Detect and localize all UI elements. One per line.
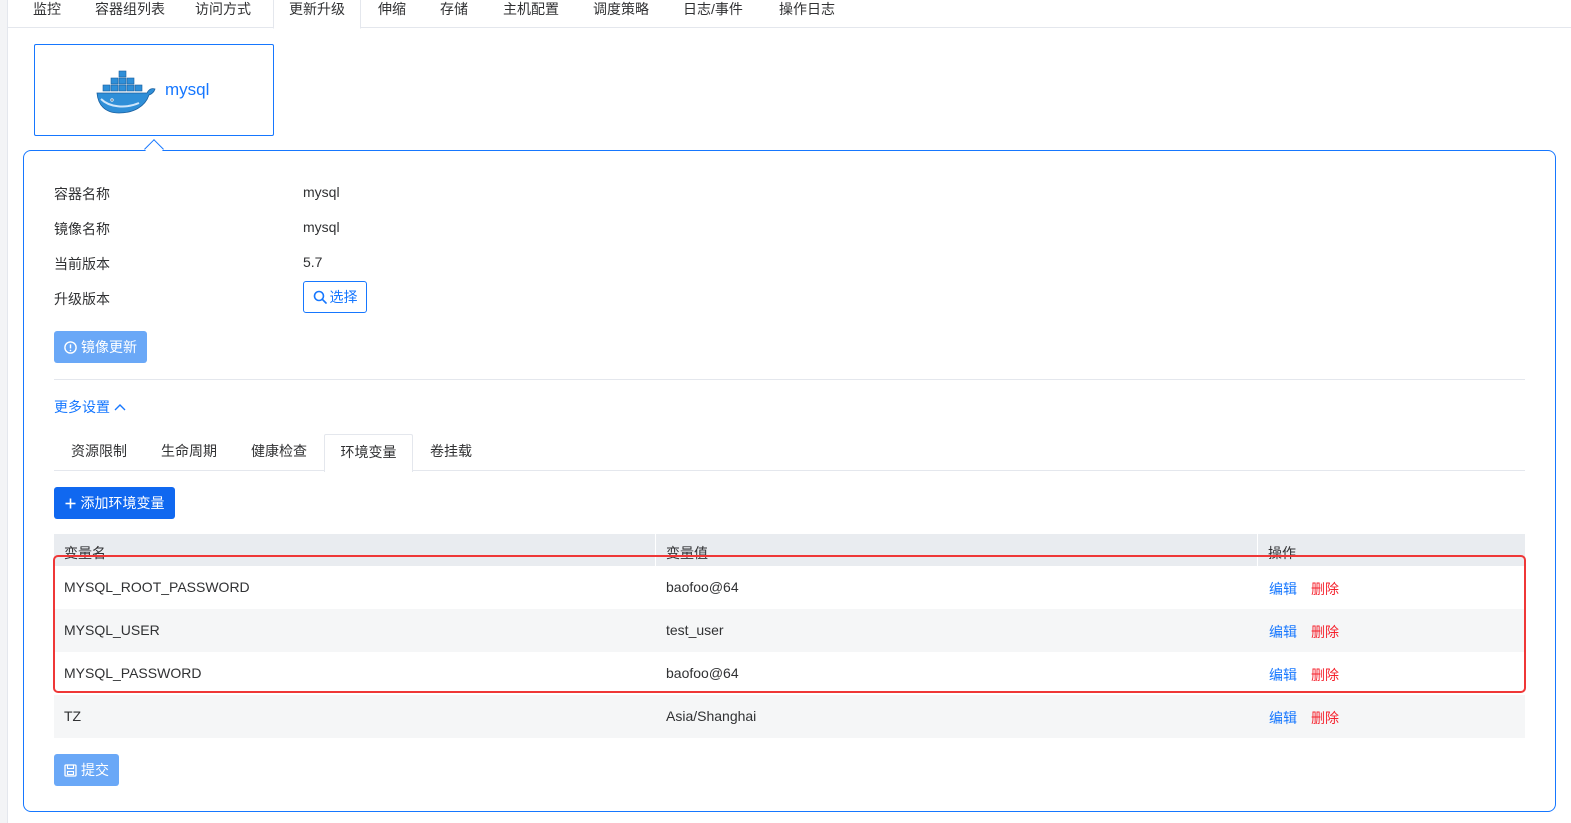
tab-health-check[interactable]: 健康检查 [234,434,324,471]
var-name-cell: MYSQL_USER [64,622,160,638]
delete-link[interactable]: 删除 [1311,708,1339,728]
var-value-cell: test_user [666,622,724,638]
more-settings-label: 更多设置 [54,399,110,415]
current-version-label: 当前版本 [54,256,110,272]
tab-host-config[interactable]: 主机配置 [496,0,566,28]
delete-link[interactable]: 删除 [1311,622,1339,642]
search-icon [313,290,327,304]
var-name-cell: MYSQL_PASSWORD [64,665,202,681]
save-icon [64,763,77,777]
plus-icon [65,498,75,508]
container-card[interactable]: mysql [34,44,274,136]
table-row: MYSQL_USER test_user 编辑 删除 [54,609,1525,652]
edit-link[interactable]: 编辑 [1269,622,1297,642]
var-name-cell: MYSQL_ROOT_PASSWORD [64,579,250,595]
settings-tab-bar: 资源限制 生命周期 健康检查 环境变量 卷挂载 [54,434,1525,472]
header-operations: 操作 [1268,545,1296,561]
tab-lifecycle[interactable]: 生命周期 [144,434,234,471]
image-name-label: 镜像名称 [54,221,110,237]
tab-update-upgrade[interactable]: 更新升级 [273,0,361,29]
table-header: 变量名 变量值 操作 [54,534,1525,566]
delete-link[interactable]: 删除 [1311,579,1339,599]
table-row: MYSQL_PASSWORD baofoo@64 编辑 删除 [54,652,1525,695]
tab-operation-log[interactable]: 操作日志 [772,0,842,28]
tab-scheduling[interactable]: 调度策略 [586,0,656,28]
edit-link[interactable]: 编辑 [1269,579,1297,599]
tab-access-method[interactable]: 访问方式 [190,0,256,28]
delete-link[interactable]: 删除 [1311,665,1339,685]
table-row: MYSQL_ROOT_PASSWORD baofoo@64 编辑 删除 [54,566,1525,609]
tab-monitor[interactable]: 监控 [24,0,70,28]
image-name-value: mysql [303,219,340,235]
left-rail [0,0,8,823]
tab-storage[interactable]: 存储 [434,0,474,28]
container-name-value: mysql [303,184,340,200]
var-name-cell: TZ [64,708,82,724]
section-divider [54,379,1525,380]
more-settings-toggle[interactable]: 更多设置 [54,397,126,417]
edit-link[interactable]: 编辑 [1269,665,1297,685]
tab-volume-mount[interactable]: 卷挂载 [414,434,488,471]
table-row: TZ Asia/Shanghai 编辑 删除 [54,695,1525,738]
tab-scaling[interactable]: 伸缩 [372,0,412,28]
docker-whale-icon [96,70,156,114]
select-version-label: 选择 [329,289,358,305]
header-var-name: 变量名 [64,545,106,561]
submit-label: 提交 [81,762,109,778]
column-separator [655,534,656,566]
add-env-var-label: 添加环境变量 [80,495,165,511]
tab-pod-list[interactable]: 容器组列表 [90,0,170,28]
tab-env-vars[interactable]: 环境变量 [324,434,413,472]
top-tab-bar: 监控 容器组列表 访问方式 更新升级 伸缩 存储 主机配置 调度策略 日志/事件… [8,0,1571,29]
var-value-cell: baofoo@64 [666,579,739,595]
var-value-cell: baofoo@64 [666,665,739,681]
tab-logs-events[interactable]: 日志/事件 [676,0,750,28]
container-card-name: mysql [165,80,210,99]
chevron-up-icon [114,404,126,411]
tab-resource-limit[interactable]: 资源限制 [54,434,144,471]
edit-link[interactable]: 编辑 [1269,708,1297,728]
image-update-button[interactable]: 镜像更新 [54,331,147,363]
container-name-label: 容器名称 [54,186,110,202]
info-circle-icon [64,340,77,354]
select-version-button[interactable]: 选择 [303,281,367,313]
header-var-value: 变量值 [666,545,708,561]
current-version-value: 5.7 [303,254,323,270]
image-update-label: 镜像更新 [81,339,137,355]
submit-button[interactable]: 提交 [54,754,119,786]
upgrade-version-label: 升级版本 [54,291,110,307]
var-value-cell: Asia/Shanghai [666,708,757,724]
add-env-var-button[interactable]: 添加环境变量 [54,487,175,519]
column-separator [1257,534,1258,566]
